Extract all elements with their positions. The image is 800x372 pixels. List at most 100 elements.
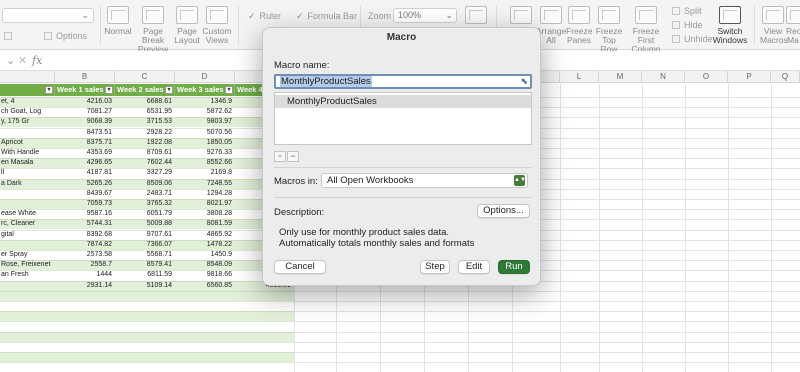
sales-cell[interactable]: 7602.44 [115, 158, 175, 168]
sales-cell[interactable]: 4187.81 [55, 168, 115, 178]
sales-cell[interactable]: 2931.14 [55, 281, 115, 291]
view-macros-button[interactable]: View Macros [760, 6, 788, 45]
column-header[interactable]: N [642, 71, 685, 83]
table-header-cell[interactable]: Week 3 sales ▾ [175, 84, 235, 96]
gridlines-checkbox[interactable] [4, 31, 16, 41]
column-header[interactable] [0, 71, 55, 83]
column-header[interactable]: B [55, 71, 115, 83]
sales-cell[interactable]: 9803.97 [175, 117, 235, 127]
column-header[interactable]: Q [771, 71, 800, 83]
sales-cell[interactable]: 5872.62 [175, 107, 235, 117]
macro-name-input[interactable]: MonthlyProductSales ⬉ [274, 74, 532, 89]
empty-row[interactable] [0, 290, 294, 301]
normal-view-button[interactable]: Normal [104, 6, 132, 36]
split-button[interactable]: Split [672, 6, 702, 16]
sales-cell[interactable]: 1478.22 [175, 240, 235, 250]
column-header[interactable]: O [685, 71, 728, 83]
cancel-button[interactable]: Cancel [274, 260, 326, 274]
sales-cell[interactable]: 5109.14 [115, 281, 175, 291]
page-break-preview-button[interactable]: Page Break Preview [136, 6, 170, 54]
sales-cell[interactable]: 1444 [55, 270, 115, 280]
empty-row[interactable] [0, 301, 294, 311]
product-cell[interactable]: an Fresh [1, 270, 56, 280]
sales-cell[interactable]: 7366.07 [115, 240, 175, 250]
empty-row[interactable] [0, 331, 294, 342]
custom-views-button[interactable]: Custom Views [202, 6, 232, 45]
switch-windows-button[interactable]: Switch Windows [712, 6, 748, 45]
product-cell[interactable] [1, 199, 56, 209]
product-cell[interactable] [1, 189, 56, 199]
sales-cell[interactable]: 9068.39 [55, 117, 115, 127]
ruler-checkbox[interactable]: ✓ Ruler [248, 11, 281, 22]
sales-cell[interactable]: 1922.08 [115, 138, 175, 148]
sales-cell[interactable]: 2483.71 [115, 189, 175, 199]
formula-bar-checkbox[interactable]: ✓ Formula Bar [296, 11, 357, 22]
sales-cell[interactable]: 5009.88 [115, 219, 175, 229]
column-header[interactable]: L [560, 71, 599, 83]
product-cell[interactable]: er Spray [1, 250, 56, 260]
run-button[interactable]: Run [498, 260, 530, 274]
filter-arrow-icon[interactable]: ▾ [105, 86, 113, 94]
product-cell[interactable]: ll [1, 168, 56, 178]
sales-cell[interactable]: 8081.59 [175, 219, 235, 229]
sales-cell[interactable]: 8548.09 [175, 260, 235, 270]
empty-row[interactable] [0, 341, 294, 352]
product-cell[interactable]: a Dark [1, 179, 56, 189]
sales-cell[interactable]: 4216.03 [55, 97, 115, 107]
edit-button[interactable]: Edit [458, 260, 490, 274]
sales-cell[interactable]: 9276.33 [175, 148, 235, 158]
column-header[interactable]: D [175, 71, 235, 83]
sales-cell[interactable]: 1346.9 [175, 97, 235, 107]
sales-cell[interactable]: 5568.71 [115, 250, 175, 260]
sales-cell[interactable]: 1294.28 [175, 189, 235, 199]
select-range-icon[interactable]: ⬉ [520, 76, 528, 87]
product-cell[interactable]: rc, Cleaner [1, 219, 56, 229]
product-cell[interactable]: With Handle [1, 148, 56, 158]
product-cell[interactable]: en Masala [1, 158, 56, 168]
sales-cell[interactable]: 8375.71 [55, 138, 115, 148]
sales-cell[interactable]: 8509.06 [115, 179, 175, 189]
zoom-dropdown[interactable]: 100% ⌄ [393, 8, 457, 23]
freeze-first-column-button[interactable]: Freeze First Column [626, 6, 666, 54]
sales-cell[interactable]: 9818.66 [175, 270, 235, 280]
sales-cell[interactable]: 8473.51 [55, 128, 115, 138]
macro-list[interactable]: MonthlyProductSales [274, 92, 532, 145]
freeze-top-row-button[interactable]: Freeze Top Row [594, 6, 624, 54]
table-header-cell[interactable]: ▾ [0, 84, 55, 96]
options-button[interactable]: Options... [477, 204, 530, 218]
sales-cell[interactable]: 8552.66 [175, 158, 235, 168]
product-cell[interactable] [1, 240, 56, 250]
sales-cell[interactable]: 2928.22 [115, 128, 175, 138]
sales-cell[interactable]: 2169.8 [175, 168, 235, 178]
sales-cell[interactable]: 6811.59 [115, 270, 175, 280]
empty-row[interactable] [0, 362, 294, 372]
empty-row[interactable] [0, 311, 294, 322]
filter-arrow-icon[interactable]: ▾ [225, 86, 233, 94]
sales-cell[interactable]: 4353.69 [55, 148, 115, 158]
sales-cell[interactable]: 2558.7 [55, 260, 115, 270]
empty-row[interactable] [0, 321, 294, 332]
sales-cell[interactable]: 5744.31 [55, 219, 115, 229]
sales-cell[interactable]: 9707.61 [115, 230, 175, 240]
hide-button[interactable]: Hide [672, 20, 703, 30]
product-cell[interactable]: et, 4 [1, 97, 56, 107]
sales-cell[interactable]: 7059.73 [55, 199, 115, 209]
macros-in-select[interactable]: All Open Workbooks ▲▼ [321, 173, 528, 188]
sales-cell[interactable]: 8579.41 [115, 260, 175, 270]
style-dropdown[interactable]: ⌄ [2, 8, 94, 23]
sales-cell[interactable]: 3715.53 [115, 117, 175, 127]
sales-cell[interactable]: 4865.92 [175, 230, 235, 240]
product-cell[interactable]: Apricot [1, 138, 56, 148]
sales-cell[interactable]: 6688.61 [115, 97, 175, 107]
sales-cell[interactable]: 1850.05 [175, 138, 235, 148]
product-cell[interactable]: gital [1, 230, 56, 240]
sales-cell[interactable]: 8439.67 [55, 189, 115, 199]
column-header[interactable]: P [728, 71, 771, 83]
step-button[interactable]: Step [420, 260, 450, 274]
sales-cell[interactable]: 3327.29 [115, 168, 175, 178]
zoom-to-selection-button[interactable] [464, 6, 488, 27]
sales-cell[interactable]: 5265.26 [55, 179, 115, 189]
unhide-button[interactable]: Unhide [672, 34, 713, 44]
sales-cell[interactable]: 8021.97 [175, 199, 235, 209]
freeze-panes-button[interactable]: Freeze Panes [566, 6, 592, 45]
